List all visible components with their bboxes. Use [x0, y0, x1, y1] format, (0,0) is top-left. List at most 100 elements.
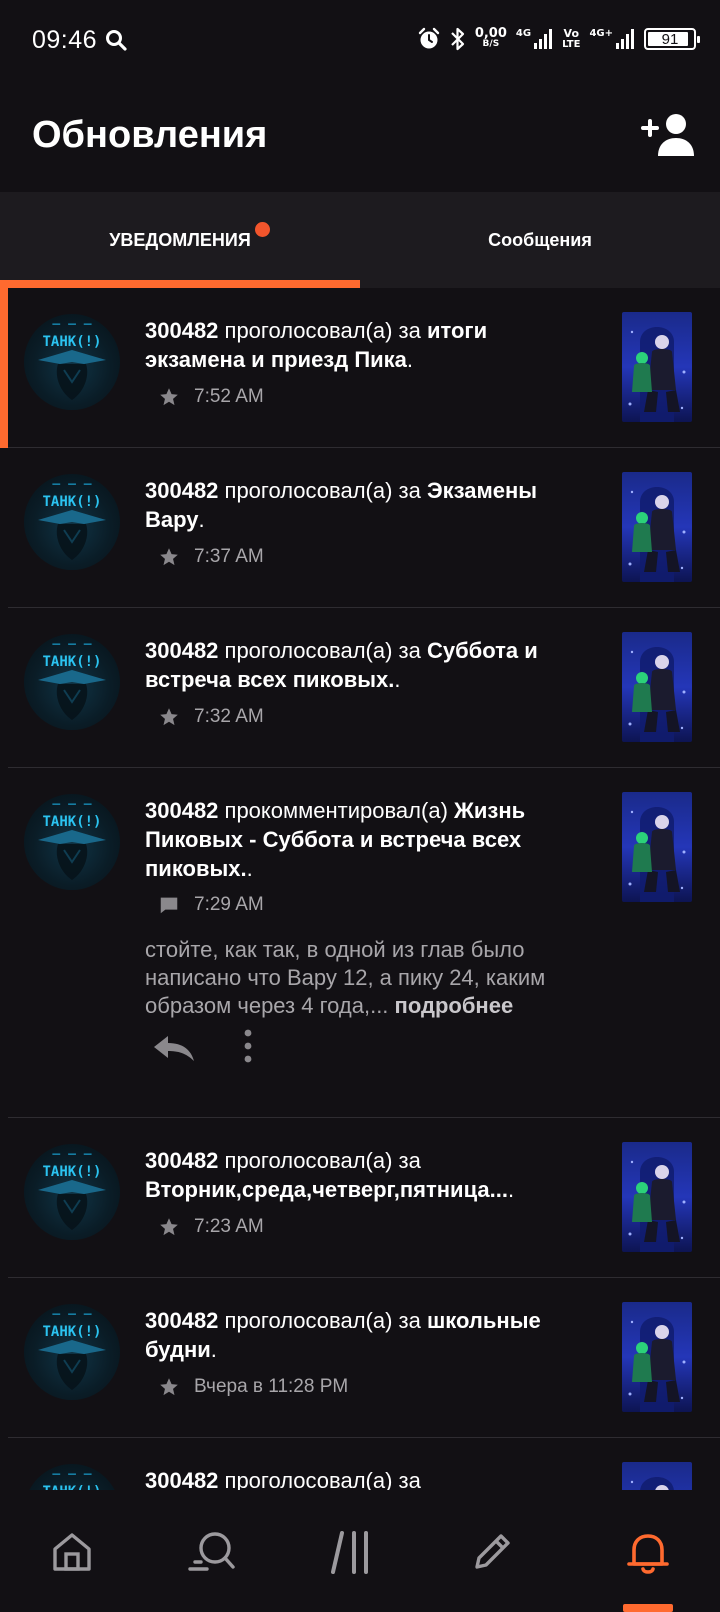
- nav-notifications[interactable]: [618, 1522, 678, 1582]
- notification-text: 300482 проголосовал(а) за: [145, 1466, 585, 1490]
- home-icon: [53, 1533, 91, 1571]
- notification-time: 7:23 AM: [194, 1216, 264, 1237]
- notification-meta: 7:32 AM: [158, 706, 264, 728]
- volte-indicator: Vo LTE: [562, 28, 580, 50]
- nav-home[interactable]: [42, 1522, 102, 1582]
- avatar-image: — — — ТАНК(!): [38, 317, 106, 400]
- read-more-link[interactable]: подробнее: [395, 993, 514, 1018]
- signal-4g-2: 4G+: [589, 28, 635, 50]
- notification-item[interactable]: — — — ТАНК(!) 300482 проголосовал(а) за Э…: [0, 448, 720, 608]
- story-cover-thumbnail[interactable]: [622, 472, 692, 582]
- avatar[interactable]: — — — ТАНК(!): [24, 634, 120, 730]
- avatar[interactable]: — — — ТАНК(!): [24, 474, 120, 570]
- svg-text:— — —: — — —: [52, 317, 91, 332]
- signal-bars-icon: [616, 29, 634, 49]
- avatar-image: — — — ТАНК(!): [38, 1307, 106, 1390]
- tab-active-indicator: [0, 280, 360, 288]
- notification-meta: 7:23 AM: [158, 1216, 264, 1238]
- notification-list[interactable]: — — — ТАНК(!) 300482 проголосовал(а) за и…: [0, 288, 720, 1490]
- signal-4g-1-label: 4G: [515, 28, 532, 39]
- notification-text: 300482 проголосовал(а) за школьные будни…: [145, 1306, 585, 1364]
- status-time: 09:46: [32, 26, 98, 54]
- tab-messages-label: Сообщения: [488, 229, 592, 250]
- notification-user[interactable]: 300482: [145, 1468, 218, 1490]
- tab-messages[interactable]: Сообщения: [360, 192, 720, 288]
- tab-notifications[interactable]: УВЕДОМЛЕНИЯ: [0, 192, 360, 288]
- notification-text: 300482 проголосовал(а) за Суббота и встр…: [145, 636, 585, 694]
- star-icon: [160, 1378, 178, 1396]
- notification-action: проголосовал(а) за: [218, 1148, 421, 1173]
- add-friend-icon[interactable]: [640, 112, 696, 158]
- star-icon: [160, 388, 178, 406]
- svg-text:— — —: — — —: [52, 477, 91, 492]
- notification-text: 300482 проголосовал(а) за Вторник,среда,…: [145, 1146, 585, 1204]
- library-icon: [331, 1531, 368, 1574]
- notification-user[interactable]: 300482: [145, 798, 218, 823]
- notification-action: проголосовал(а) за: [218, 478, 427, 503]
- notification-user[interactable]: 300482: [145, 638, 218, 663]
- nav-library[interactable]: [322, 1522, 382, 1582]
- star-icon: [160, 548, 178, 566]
- notification-time: 7:32 AM: [194, 706, 264, 727]
- notification-user[interactable]: 300482: [145, 318, 218, 343]
- notification-meta: 7:29 AM: [158, 894, 264, 916]
- reply-icon[interactable]: [150, 1030, 198, 1066]
- notification-item[interactable]: — — —ТАНК(!) 300482 проголосовал(а) за: [0, 1438, 720, 1490]
- avatar-image: — — — ТАНК(!): [38, 797, 106, 880]
- nav-active-indicator: [623, 1604, 673, 1612]
- notification-suffix: .: [210, 1337, 217, 1362]
- story-cover-image: [622, 792, 692, 902]
- story-cover-image: [622, 1302, 692, 1412]
- story-cover-thumbnail[interactable]: [622, 1462, 692, 1490]
- avatar[interactable]: — — —ТАНК(!): [24, 1144, 120, 1240]
- notification-item[interactable]: — — — ТАНК(!) 300482 проголосовал(а) за С…: [0, 608, 720, 768]
- network-speed: 0,00 B/S: [475, 27, 507, 50]
- notification-meta: 7:37 AM: [158, 546, 264, 568]
- write-icon: [475, 1534, 510, 1569]
- svg-text:— — —: — — —: [52, 1467, 91, 1482]
- nav-write[interactable]: [462, 1522, 522, 1582]
- nav-discover[interactable]: [182, 1522, 242, 1582]
- notification-time: 7:37 AM: [194, 546, 264, 567]
- notification-meta: Вчера в 11:28 PM: [158, 1376, 348, 1398]
- notification-suffix: .: [198, 507, 205, 532]
- story-cover-thumbnail[interactable]: [622, 632, 692, 742]
- avatar[interactable]: — — —ТАНК(!): [24, 314, 120, 410]
- avatar[interactable]: — — —ТАНК(!): [24, 1304, 120, 1400]
- notification-time: 7:52 AM: [194, 386, 264, 407]
- notification-user[interactable]: 300482: [145, 1148, 218, 1173]
- bottom-navigation: [0, 1490, 720, 1612]
- svg-text:ТАНК(!): ТАНК(!): [42, 1164, 101, 1180]
- svg-text:— — —: — — —: [52, 637, 91, 652]
- svg-text:ТАНК(!): ТАНК(!): [42, 494, 101, 510]
- notification-item[interactable]: — — — ТАНК(!) 300482 проголосовал(а) за В…: [0, 1118, 720, 1278]
- notification-text: 300482 проголосовал(а) за Экзамены Вару.: [145, 476, 585, 534]
- page-title: Обновления: [32, 114, 268, 156]
- notification-item-comment[interactable]: — — — ТАНК(!) 300482 прокомментировал(а) …: [0, 768, 720, 1118]
- notification-suffix: .: [246, 856, 253, 881]
- story-cover-thumbnail[interactable]: [622, 312, 692, 422]
- notification-item[interactable]: — — — ТАНК(!) 300482 проголосовал(а) за и…: [0, 288, 720, 448]
- more-vertical-icon[interactable]: [236, 1026, 260, 1066]
- notification-target[interactable]: Вторник,среда,четверг,пятница...: [145, 1177, 508, 1202]
- svg-text:— — —: — — —: [52, 1307, 91, 1322]
- search-icon: [106, 30, 127, 51]
- unread-dot: [255, 222, 270, 237]
- notification-user[interactable]: 300482: [145, 478, 218, 503]
- comment-preview[interactable]: стойте, как так, в одной из глав было на…: [145, 936, 595, 1020]
- notification-action: проголосовал(а) за: [218, 638, 427, 663]
- story-cover-thumbnail[interactable]: [622, 1142, 692, 1252]
- story-cover-thumbnail[interactable]: [622, 792, 692, 902]
- avatar[interactable]: — — —ТАНК(!): [24, 1464, 120, 1490]
- notification-user[interactable]: 300482: [145, 1308, 218, 1333]
- notification-action: прокомментировал(а): [218, 798, 455, 823]
- battery-level: 91: [661, 30, 679, 48]
- battery-indicator: 91: [644, 28, 700, 50]
- comment-icon: [160, 897, 178, 914]
- notification-time: Вчера в 11:28 PM: [194, 1376, 349, 1397]
- story-cover-thumbnail[interactable]: [622, 1302, 692, 1412]
- svg-text:ТАНК(!): ТАНК(!): [42, 654, 101, 670]
- avatar[interactable]: — — —ТАНК(!): [24, 794, 120, 890]
- avatar-image: — — — ТАНК(!): [38, 1147, 106, 1230]
- notification-item[interactable]: — — — ТАНК(!) 300482 проголосовал(а) за ш…: [0, 1278, 720, 1438]
